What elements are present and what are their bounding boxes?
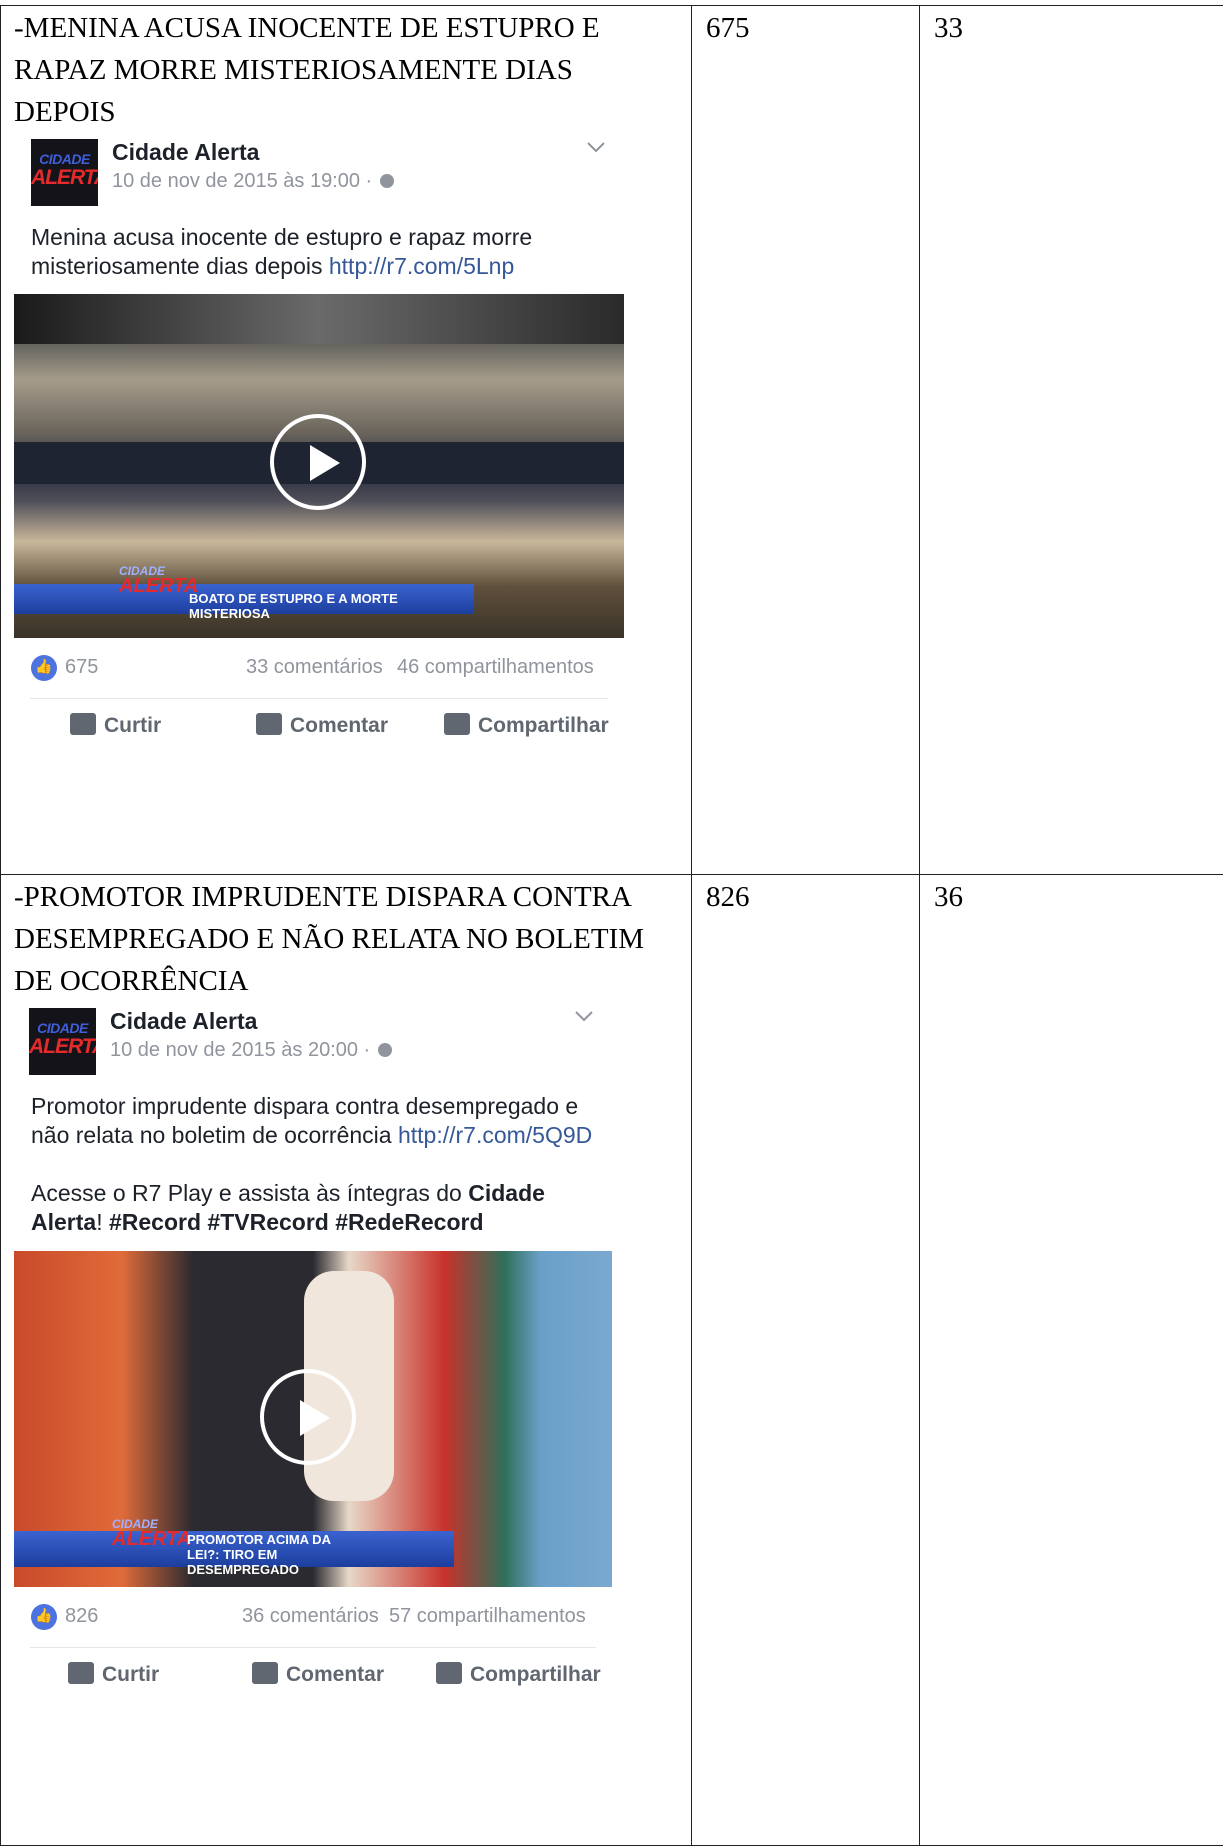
video-banner: CIDADE ALERTA PROMOTOR ACIMA DA LEI?: TIR… (14, 1517, 454, 1577)
post-date[interactable]: 10 de nov de 2015 às 19:00 · (112, 170, 394, 193)
facebook-post: CIDADE ALERTA Cidade Alerta 10 de nov de… (14, 133, 624, 753)
comments-cell: 36 (919, 874, 1223, 1846)
video-thumbnail[interactable]: CIDADE ALERTA BOATO DE ESTUPRO E A MORTE … (14, 294, 624, 638)
post-date-text: 10 de nov de 2015 às 19:00 · (112, 170, 373, 192)
comment-icon (252, 1662, 278, 1684)
post-body-2b: ! (96, 1209, 109, 1235)
like-reaction-icon (31, 655, 57, 681)
likes-cell: 826 (691, 874, 920, 1846)
comments-value: 33 (934, 12, 963, 44)
document-table: -MENINA ACUSA INOCENTE DE ESTUPRO E RAPA… (0, 5, 1223, 1846)
video-thumbnail[interactable]: CIDADE ALERTA PROMOTOR ACIMA DA LEI?: TIR… (14, 1251, 612, 1587)
post-text-2: Acesse o R7 Play e assista às íntegras d… (14, 1150, 618, 1237)
video-banner: CIDADE ALERTA BOATO DE ESTUPRO E A MORTE … (14, 564, 474, 621)
banner-logo: CIDADE ALERTA (112, 1517, 192, 1551)
post-actions: Curtir Comentar Compartilhar (14, 1648, 624, 1702)
video-frame-top (14, 294, 624, 344)
post-text: Promotor imprudente dispara contra desem… (14, 1082, 618, 1150)
share-icon (444, 713, 470, 735)
banner-logo-small: CIDADE (112, 1517, 159, 1531)
page-name[interactable]: Cidade Alerta (110, 1008, 257, 1035)
globe-icon (377, 1043, 392, 1057)
share-icon (436, 1662, 462, 1684)
like-label: Curtir (104, 714, 162, 737)
post-link[interactable]: http://r7.com/5Q9D (398, 1122, 592, 1148)
like-button[interactable]: Curtir (68, 1662, 159, 1687)
table-row: -PROMOTOR IMPRUDENTE DISPARA CONTRA DESE… (0, 874, 1223, 1846)
post-text: Menina acusa inocente de estupro e rapaz… (14, 213, 624, 281)
share-count[interactable]: 46 compartilhamentos (397, 656, 594, 679)
like-count[interactable]: 675 (65, 656, 98, 679)
table-row: -MENINA ACUSA INOCENTE DE ESTUPRO E RAPA… (0, 5, 1223, 875)
banner-text: PROMOTOR ACIMA DA LEI?: TIRO EM DESEMPRE… (187, 1532, 331, 1577)
logo-top-text: CIDADE (37, 1020, 88, 1036)
hashtags[interactable]: #Record #TVRecord #RedeRecord (109, 1209, 484, 1235)
post-header: CIDADE ALERTA Cidade Alerta 10 de nov de… (14, 1002, 624, 1082)
post-body-2: Acesse o R7 Play e assista às íntegras d… (31, 1180, 469, 1206)
post-date[interactable]: 10 de nov de 2015 às 20:00 · (110, 1039, 392, 1062)
post-actions: Curtir Comentar Compartilhar (14, 699, 624, 753)
comment-button[interactable]: Comentar (256, 713, 388, 738)
like-count[interactable]: 826 (65, 1605, 98, 1628)
page-name[interactable]: Cidade Alerta (112, 139, 259, 166)
share-label: Compartilhar (478, 714, 609, 737)
post-header: CIDADE ALERTA Cidade Alerta 10 de nov de… (14, 133, 624, 213)
share-button[interactable]: Compartilhar (436, 1662, 601, 1687)
post-date-text: 10 de nov de 2015 às 20:00 · (110, 1039, 371, 1061)
facebook-post: CIDADE ALERTA Cidade Alerta 10 de nov de… (14, 1002, 624, 1702)
headline: -PROMOTOR IMPRUDENTE DISPARA CONTRA DESE… (14, 881, 645, 997)
comment-label: Comentar (286, 1663, 385, 1686)
thumbs-up-icon (68, 1662, 94, 1684)
banner-text: BOATO DE ESTUPRO E A MORTE MISTERIOSA (189, 591, 398, 621)
headline: -MENINA ACUSA INOCENTE DE ESTUPRO E RAPA… (14, 12, 600, 128)
share-button[interactable]: Compartilhar (444, 713, 609, 738)
banner-logo-small: CIDADE (119, 564, 166, 578)
news-cell: -PROMOTOR IMPRUDENTE DISPARA CONTRA DESE… (0, 874, 692, 1846)
globe-icon (379, 174, 394, 188)
chevron-down-icon[interactable] (574, 1010, 594, 1022)
comment-count[interactable]: 36 comentários (242, 1605, 379, 1628)
comment-count[interactable]: 33 comentários (246, 656, 383, 679)
comments-cell: 33 (919, 5, 1223, 875)
post-stats: 675 33 comentários 46 compartilhamentos (14, 638, 624, 698)
likes-value: 826 (706, 881, 750, 913)
banner-logo-text: ALERTA (112, 1528, 192, 1550)
likes-value: 675 (706, 12, 750, 44)
like-button[interactable]: Curtir (70, 713, 161, 738)
like-label: Curtir (102, 1663, 160, 1686)
like-reaction-icon (31, 1604, 57, 1630)
logo-bottom-text: ALERTA (29, 1035, 96, 1058)
banner-logo: CIDADE ALERTA (119, 564, 199, 598)
share-label: Compartilhar (470, 1663, 601, 1686)
chevron-down-icon[interactable] (586, 141, 606, 153)
comment-label: Comentar (290, 714, 389, 737)
news-cell: -MENINA ACUSA INOCENTE DE ESTUPRO E RAPA… (0, 5, 692, 875)
play-icon[interactable] (270, 414, 366, 510)
thumbs-up-icon (70, 713, 96, 735)
page-logo[interactable]: CIDADE ALERTA (31, 139, 98, 206)
page-logo[interactable]: CIDADE ALERTA (29, 1008, 96, 1075)
logo-bottom-text: ALERTA (31, 166, 98, 189)
share-count[interactable]: 57 compartilhamentos (389, 1605, 586, 1628)
play-icon[interactable] (260, 1369, 356, 1465)
logo-top-text: CIDADE (39, 151, 90, 167)
comment-button[interactable]: Comentar (252, 1662, 384, 1687)
post-link[interactable]: http://r7.com/5Lnp (329, 253, 514, 279)
comment-icon (256, 713, 282, 735)
post-stats: 826 36 comentários 57 compartilhamentos (14, 1587, 624, 1647)
comments-value: 36 (934, 881, 963, 913)
banner-logo-text: ALERTA (119, 575, 199, 597)
likes-cell: 675 (691, 5, 920, 875)
